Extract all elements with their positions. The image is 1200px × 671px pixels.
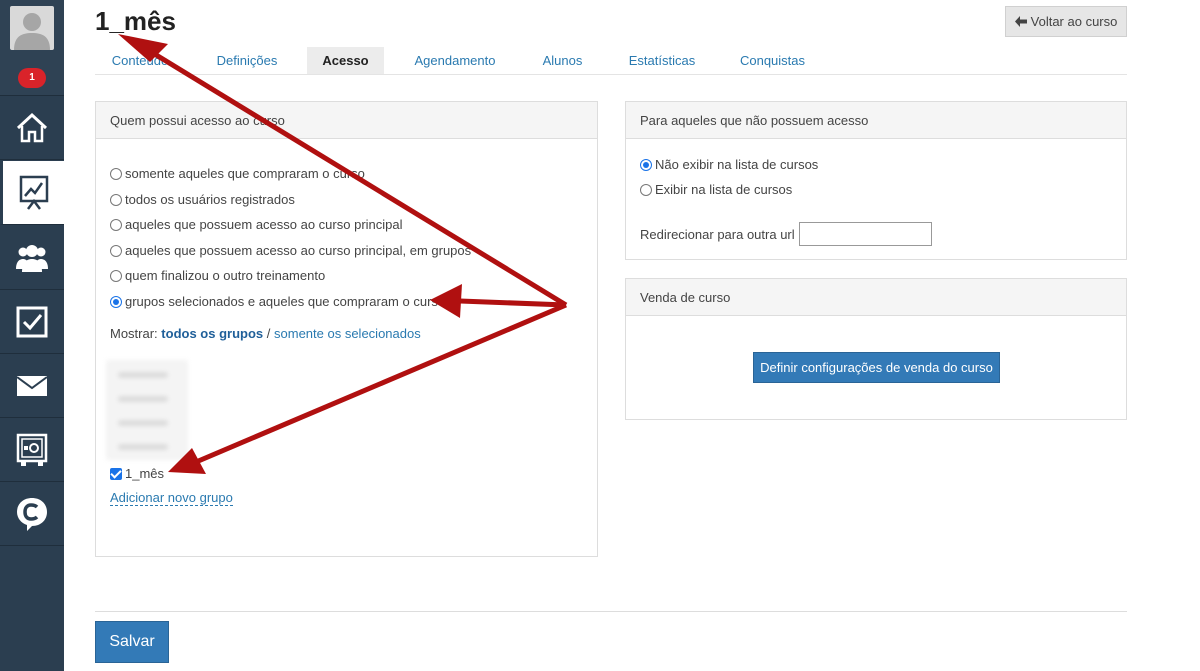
home-icon bbox=[16, 112, 48, 142]
course-sale-panel: Venda de curso Definir configurações de … bbox=[625, 278, 1127, 420]
option-label: aqueles que possuem acesso ao curso prin… bbox=[125, 217, 403, 232]
access-panel: Quem possui acesso ao curso somente aque… bbox=[95, 101, 598, 557]
checkbox-icon bbox=[16, 306, 48, 337]
define-sale-settings-button[interactable]: Definir configurações de venda do curso bbox=[753, 352, 1000, 383]
envelope-icon bbox=[16, 375, 48, 396]
radio-button[interactable] bbox=[110, 218, 122, 231]
tab-statistics[interactable]: Estatísticas bbox=[622, 47, 702, 74]
radio-button[interactable] bbox=[110, 269, 122, 282]
no-access-panel-title: Para aqueles que não possuem acesso bbox=[626, 102, 1126, 139]
course-sale-panel-title: Venda de curso bbox=[626, 279, 1126, 316]
show-selected-link[interactable]: somente os selecionados bbox=[274, 326, 421, 341]
redirect-url-input[interactable] bbox=[798, 222, 932, 246]
chart-board-icon bbox=[19, 175, 48, 210]
radio-button-selected[interactable] bbox=[110, 295, 122, 308]
profile-area[interactable]: 1 bbox=[0, 0, 64, 96]
add-new-group-link[interactable]: Adicionar novo grupo bbox=[110, 490, 233, 506]
radio-button[interactable] bbox=[110, 193, 122, 206]
sidebar-item-messages[interactable] bbox=[0, 354, 64, 418]
tab-schedule[interactable]: Agendamento bbox=[410, 47, 500, 74]
tab-students[interactable]: Alunos bbox=[535, 47, 590, 74]
tab-bar: Conteúdo Definições Acesso Agendamento A… bbox=[95, 47, 1127, 75]
radio-button[interactable] bbox=[110, 244, 122, 257]
sidebar-item-home[interactable] bbox=[0, 96, 64, 160]
group-item[interactable]: 1_mês bbox=[110, 466, 164, 481]
radio-button[interactable] bbox=[110, 167, 122, 180]
show-filter: Mostrar: todos os grupos / somente os se… bbox=[110, 326, 421, 341]
option-label: todos os usuários registrados bbox=[125, 192, 295, 207]
blurred-group-list bbox=[106, 360, 188, 460]
radio-button[interactable] bbox=[640, 183, 652, 196]
tab-settings[interactable]: Definições bbox=[207, 47, 287, 74]
show-separator: / bbox=[266, 326, 271, 341]
sidebar-item-users[interactable] bbox=[0, 226, 64, 290]
back-button-label: Voltar ao curso bbox=[1030, 14, 1118, 29]
tab-content[interactable]: Conteúdo bbox=[105, 47, 175, 74]
access-panel-title: Quem possui acesso ao curso bbox=[96, 102, 597, 139]
access-option-registered[interactable]: todos os usuários registrados bbox=[110, 192, 295, 207]
no-access-option-show[interactable]: Exibir na lista de cursos bbox=[640, 182, 792, 197]
tab-achievements[interactable]: Conquistas bbox=[735, 47, 810, 74]
access-option-main-course-groups[interactable]: aqueles que possuem acesso ao curso prin… bbox=[110, 243, 471, 258]
group-checkbox[interactable] bbox=[110, 467, 122, 480]
sidebar: 1 bbox=[0, 0, 64, 671]
group-label: 1_mês bbox=[125, 466, 165, 481]
chat-c-icon bbox=[17, 497, 47, 531]
show-all-groups-link[interactable]: todos os grupos bbox=[161, 326, 263, 341]
show-label: Mostrar: bbox=[110, 326, 158, 341]
sidebar-item-courses[interactable] bbox=[0, 161, 64, 225]
sidebar-item-settings[interactable] bbox=[0, 418, 64, 482]
back-to-course-button[interactable]: Voltar ao curso bbox=[1005, 6, 1127, 37]
option-label: aqueles que possuem acesso ao curso prin… bbox=[125, 243, 472, 258]
redirect-label: Redirecionar para outra url bbox=[640, 226, 795, 242]
avatar[interactable] bbox=[10, 6, 54, 50]
arrow-left-icon bbox=[1014, 16, 1027, 27]
option-label: Não exibir na lista de cursos bbox=[655, 157, 819, 172]
no-access-option-hide[interactable]: Não exibir na lista de cursos bbox=[640, 157, 818, 172]
radio-button-selected[interactable] bbox=[640, 158, 652, 171]
users-icon bbox=[16, 244, 48, 272]
tab-access[interactable]: Acesso bbox=[307, 47, 384, 74]
user-silhouette-icon bbox=[14, 13, 50, 50]
option-label: Exibir na lista de cursos bbox=[655, 182, 793, 197]
access-option-finished-other[interactable]: quem finalizou o outro treinamento bbox=[110, 268, 325, 283]
safe-icon bbox=[16, 433, 48, 466]
redirect-row: Redirecionar para outra url bbox=[640, 222, 932, 246]
option-label: quem finalizou o outro treinamento bbox=[125, 268, 326, 283]
access-option-selected-groups[interactable]: grupos selecionados e aqueles que compra… bbox=[110, 294, 445, 309]
option-label: grupos selecionados e aqueles que compra… bbox=[125, 294, 446, 309]
page-title: 1_mês bbox=[95, 6, 176, 36]
option-label: somente aqueles que compraram o curso bbox=[125, 166, 365, 181]
footer-divider bbox=[95, 611, 1127, 612]
access-option-purchased[interactable]: somente aqueles que compraram o curso bbox=[110, 166, 365, 181]
sidebar-item-chat[interactable] bbox=[0, 482, 64, 546]
access-option-main-course[interactable]: aqueles que possuem acesso ao curso prin… bbox=[110, 217, 403, 232]
save-button[interactable]: Salvar bbox=[95, 621, 169, 663]
sidebar-item-tasks[interactable] bbox=[0, 290, 64, 354]
no-access-panel: Para aqueles que não possuem acesso Não … bbox=[625, 101, 1127, 260]
notification-badge[interactable]: 1 bbox=[18, 68, 46, 88]
